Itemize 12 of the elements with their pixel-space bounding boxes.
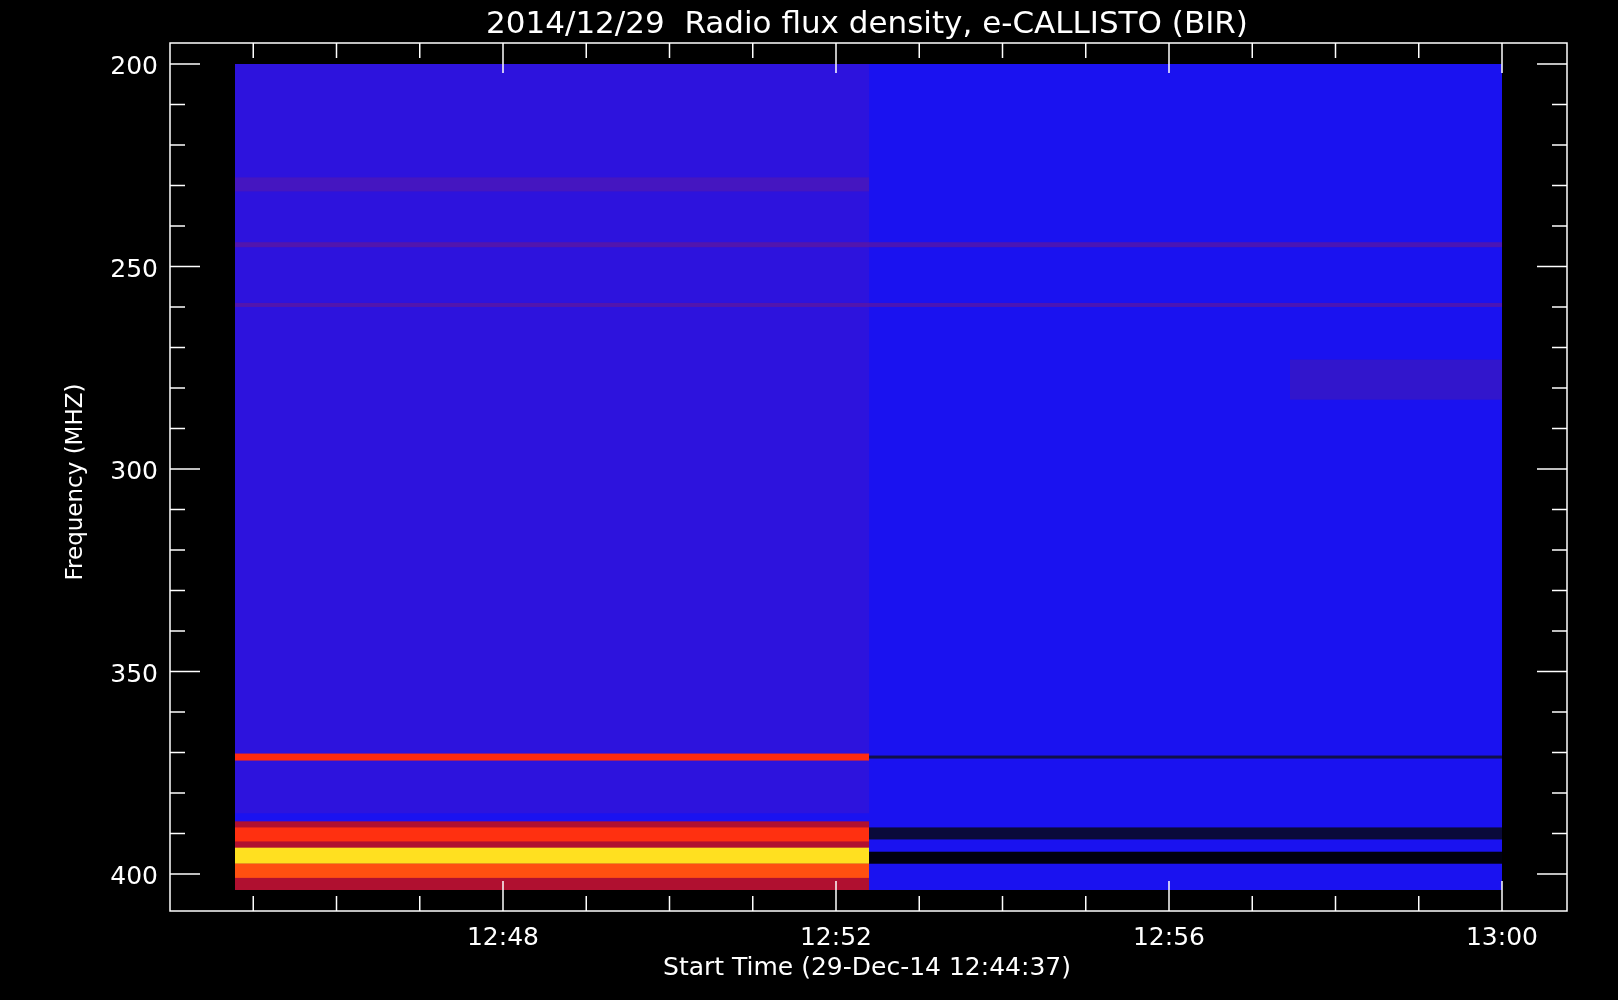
- y-tick-label: 200: [110, 51, 158, 80]
- x-tick-label: 13:00: [1466, 922, 1538, 951]
- y-tick-label: 300: [110, 456, 158, 485]
- y-tick-label: 350: [110, 658, 158, 688]
- y-axis-label: Frequency (MHZ): [61, 383, 87, 581]
- x-tick-label: 12:48: [467, 922, 539, 951]
- y-tick-label: 400: [110, 861, 158, 890]
- chart-title: 2014/12/29 Radio flux density, e-CALLISTO (BIR): [486, 4, 1248, 40]
- y-tick-label: 250: [110, 253, 158, 283]
- x-tick-label: 12:56: [1133, 922, 1205, 951]
- x-tick-label: 12:52: [800, 922, 872, 951]
- x-axis-label: Start Time (29-Dec-14 12:44:37): [663, 952, 1071, 981]
